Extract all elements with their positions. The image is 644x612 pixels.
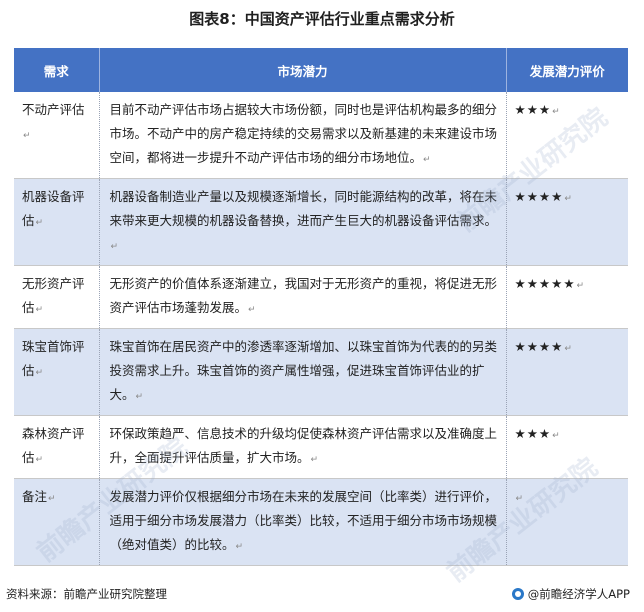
rating-cell: ★★★★★↵ <box>506 265 628 329</box>
table-row: 不动产评估↵ 目前不动产评估市场占据较大市场份额，同时也是评估机构最多的细分市场… <box>14 92 628 179</box>
table-row: 机器设备评估↵ 机器设备制造业产量以及规模逐渐增长，同时能源结构的改革，将在未来… <box>14 178 628 266</box>
brand-label: @前瞻经济学人APP <box>527 587 630 601</box>
potential-cell: 发展潜力评价仅根据细分市场在未来的发展空间（比率类）进行评价，适用于细分市场发展… <box>99 478 507 566</box>
table-row: 森林资产评估↵ 环保政策趋严、信息技术的升级均促使森林资产评估需求以及准确度上升… <box>14 415 628 479</box>
potential-cell: 目前不动产评估市场占据较大市场份额，同时也是评估机构最多的细分市场。不动产中的房… <box>99 92 507 179</box>
header-rating: 发展潜力评价 <box>506 48 628 92</box>
source-note: 资料来源：前瞻产业研究院整理 <box>6 587 167 601</box>
need-cell: 机器设备评估↵ <box>14 178 100 266</box>
table-row: 珠宝首饰评估↵ 珠宝首饰在居民资产中的渗透率逐渐增加、以珠宝首饰为代表的的另类投… <box>14 328 628 416</box>
rating-cell: ★★★↵ <box>506 92 628 179</box>
potential-cell: 无形资产的价值体系逐渐建立，我国对于无形资产的重视，将促进无形资产评估市场蓬勃发… <box>99 265 507 329</box>
demand-table: 需求 市场潜力 发展潜力评价 不动产评估↵ 目前不动产评估市场占据较大市场份额，… <box>14 48 628 566</box>
table-row: 无形资产评估↵ 无形资产的价值体系逐渐建立，我国对于无形资产的重视，将促进无形资… <box>14 265 628 329</box>
rating-cell: ★★★★↵ <box>506 178 628 266</box>
table-header-row: 需求 市场潜力 发展潜力评价 <box>14 48 628 92</box>
page-title: 图表8：中国资产评估行业重点需求分析 <box>189 10 455 28</box>
table-row: 备注↵ 发展潜力评价仅根据细分市场在未来的发展空间（比率类）进行评价，适用于细分… <box>14 478 628 566</box>
need-cell: 不动产评估↵ <box>14 92 100 179</box>
rating-cell: ★★★★↵ <box>506 328 628 416</box>
rating-cell: ↵ <box>506 478 628 566</box>
header-need: 需求 <box>14 48 100 92</box>
need-cell: 备注↵ <box>14 478 100 566</box>
potential-cell: 机器设备制造业产量以及规模逐渐增长，同时能源结构的改革，将在未来带来更大规模的机… <box>99 178 507 266</box>
potential-cell: 珠宝首饰在居民资产中的渗透率逐渐增加、以珠宝首饰为代表的的另类投资需求上升。珠宝… <box>99 328 507 416</box>
need-cell: 森林资产评估↵ <box>14 415 100 479</box>
brand-logo-icon <box>511 588 524 600</box>
potential-cell: 环保政策趋严、信息技术的升级均促使森林资产评估需求以及准确度上升，全面提升评估质… <box>99 415 507 479</box>
rating-cell: ★★★↵ <box>506 415 628 479</box>
brand-credit: @前瞻经济学人APP <box>511 586 630 602</box>
need-cell: 珠宝首饰评估↵ <box>14 328 100 416</box>
need-cell: 无形资产评估↵ <box>14 265 100 329</box>
header-potential: 市场潜力 <box>99 48 507 92</box>
